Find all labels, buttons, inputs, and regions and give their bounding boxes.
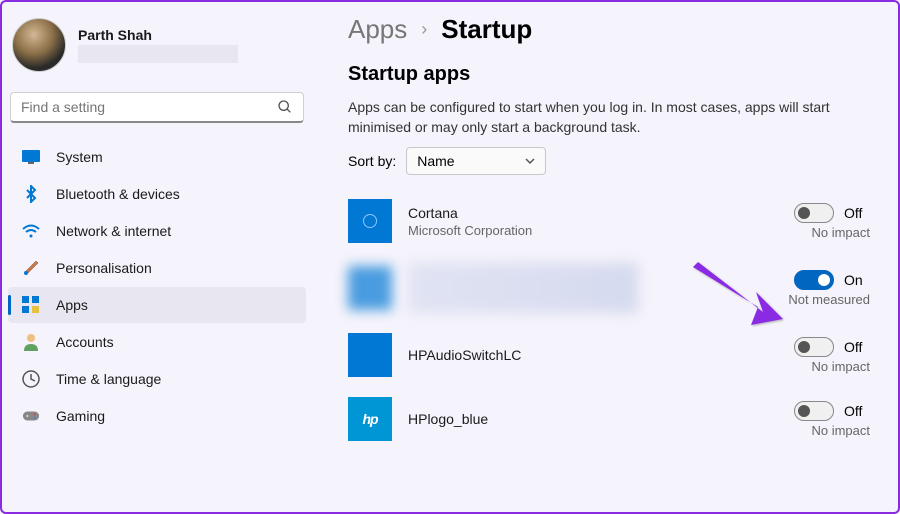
impact-label: No impact <box>811 225 870 240</box>
user-profile[interactable]: Parth Shah <box>8 10 306 84</box>
person-icon <box>22 333 40 351</box>
nav-list: System Bluetooth & devices Network & int… <box>8 139 306 434</box>
toggle-label: On <box>844 272 870 288</box>
app-row-hpaudio: HPAudioSwitchLC Off No impact <box>348 323 870 387</box>
nav-label: System <box>56 149 103 165</box>
breadcrumb-parent[interactable]: Apps <box>348 14 407 45</box>
chevron-right-icon: › <box>421 19 427 40</box>
apps-icon <box>22 296 40 314</box>
app-name: HPAudioSwitchLC <box>408 347 734 363</box>
toggle-switch[interactable] <box>794 401 834 421</box>
breadcrumb-current: Startup <box>441 14 532 45</box>
search-input-container[interactable] <box>10 92 304 123</box>
nav-network[interactable]: Network & internet <box>8 213 306 249</box>
nav-label: Bluetooth & devices <box>56 186 180 202</box>
clock-icon <box>22 370 40 388</box>
sort-label: Sort by: <box>348 153 396 169</box>
app-row-redacted: On Not measured <box>348 253 870 323</box>
nav-label: Network & internet <box>56 223 171 239</box>
app-row-hplogo: hp HPlogo_blue Off No impact <box>348 387 870 451</box>
nav-bluetooth[interactable]: Bluetooth & devices <box>8 176 306 212</box>
avatar <box>12 18 66 72</box>
nav-apps[interactable]: Apps <box>8 287 306 323</box>
bluetooth-icon <box>22 185 40 203</box>
nav-time-language[interactable]: Time & language <box>8 361 306 397</box>
impact-label: No impact <box>811 423 870 438</box>
hp-audio-icon <box>348 333 392 377</box>
nav-label: Gaming <box>56 408 105 424</box>
toggle-label: Off <box>844 403 870 419</box>
sort-value: Name <box>417 153 454 169</box>
wifi-icon <box>22 222 40 240</box>
nav-label: Time & language <box>56 371 161 387</box>
nav-label: Apps <box>56 297 88 313</box>
display-icon <box>22 148 40 166</box>
breadcrumb: Apps › Startup <box>348 14 870 45</box>
app-publisher: Microsoft Corporation <box>408 223 734 238</box>
nav-accounts[interactable]: Accounts <box>8 324 306 360</box>
toggle-switch[interactable] <box>794 337 834 357</box>
app-icon-redacted <box>348 266 392 310</box>
chevron-down-icon <box>525 156 535 166</box>
impact-label: No impact <box>811 359 870 374</box>
hp-logo-icon: hp <box>348 397 392 441</box>
nav-gaming[interactable]: Gaming <box>8 398 306 434</box>
redacted-block <box>408 263 638 313</box>
nav-label: Accounts <box>56 334 114 350</box>
cortana-icon <box>348 199 392 243</box>
app-name: HPlogo_blue <box>408 411 734 427</box>
profile-email-redacted <box>78 45 238 63</box>
sort-dropdown[interactable]: Name <box>406 147 546 175</box>
app-row-cortana: Cortana Microsoft Corporation Off No imp… <box>348 189 870 253</box>
nav-label: Personalisation <box>56 260 152 276</box>
impact-label: Not measured <box>788 292 870 307</box>
page-title: Startup apps <box>348 63 870 86</box>
nav-system[interactable]: System <box>8 139 306 175</box>
search-input[interactable] <box>21 99 277 115</box>
profile-name: Parth Shah <box>78 27 238 43</box>
app-name: Cortana <box>408 205 734 221</box>
brush-icon <box>22 259 40 277</box>
gamepad-icon <box>22 407 40 425</box>
search-icon <box>277 99 293 115</box>
apps-list: Cortana Microsoft Corporation Off No imp… <box>348 189 870 451</box>
nav-personalisation[interactable]: Personalisation <box>8 250 306 286</box>
page-description: Apps can be configured to start when you… <box>348 98 858 137</box>
toggle-label: Off <box>844 205 870 221</box>
toggle-switch[interactable] <box>794 203 834 223</box>
toggle-switch[interactable] <box>794 270 834 290</box>
toggle-label: Off <box>844 339 870 355</box>
